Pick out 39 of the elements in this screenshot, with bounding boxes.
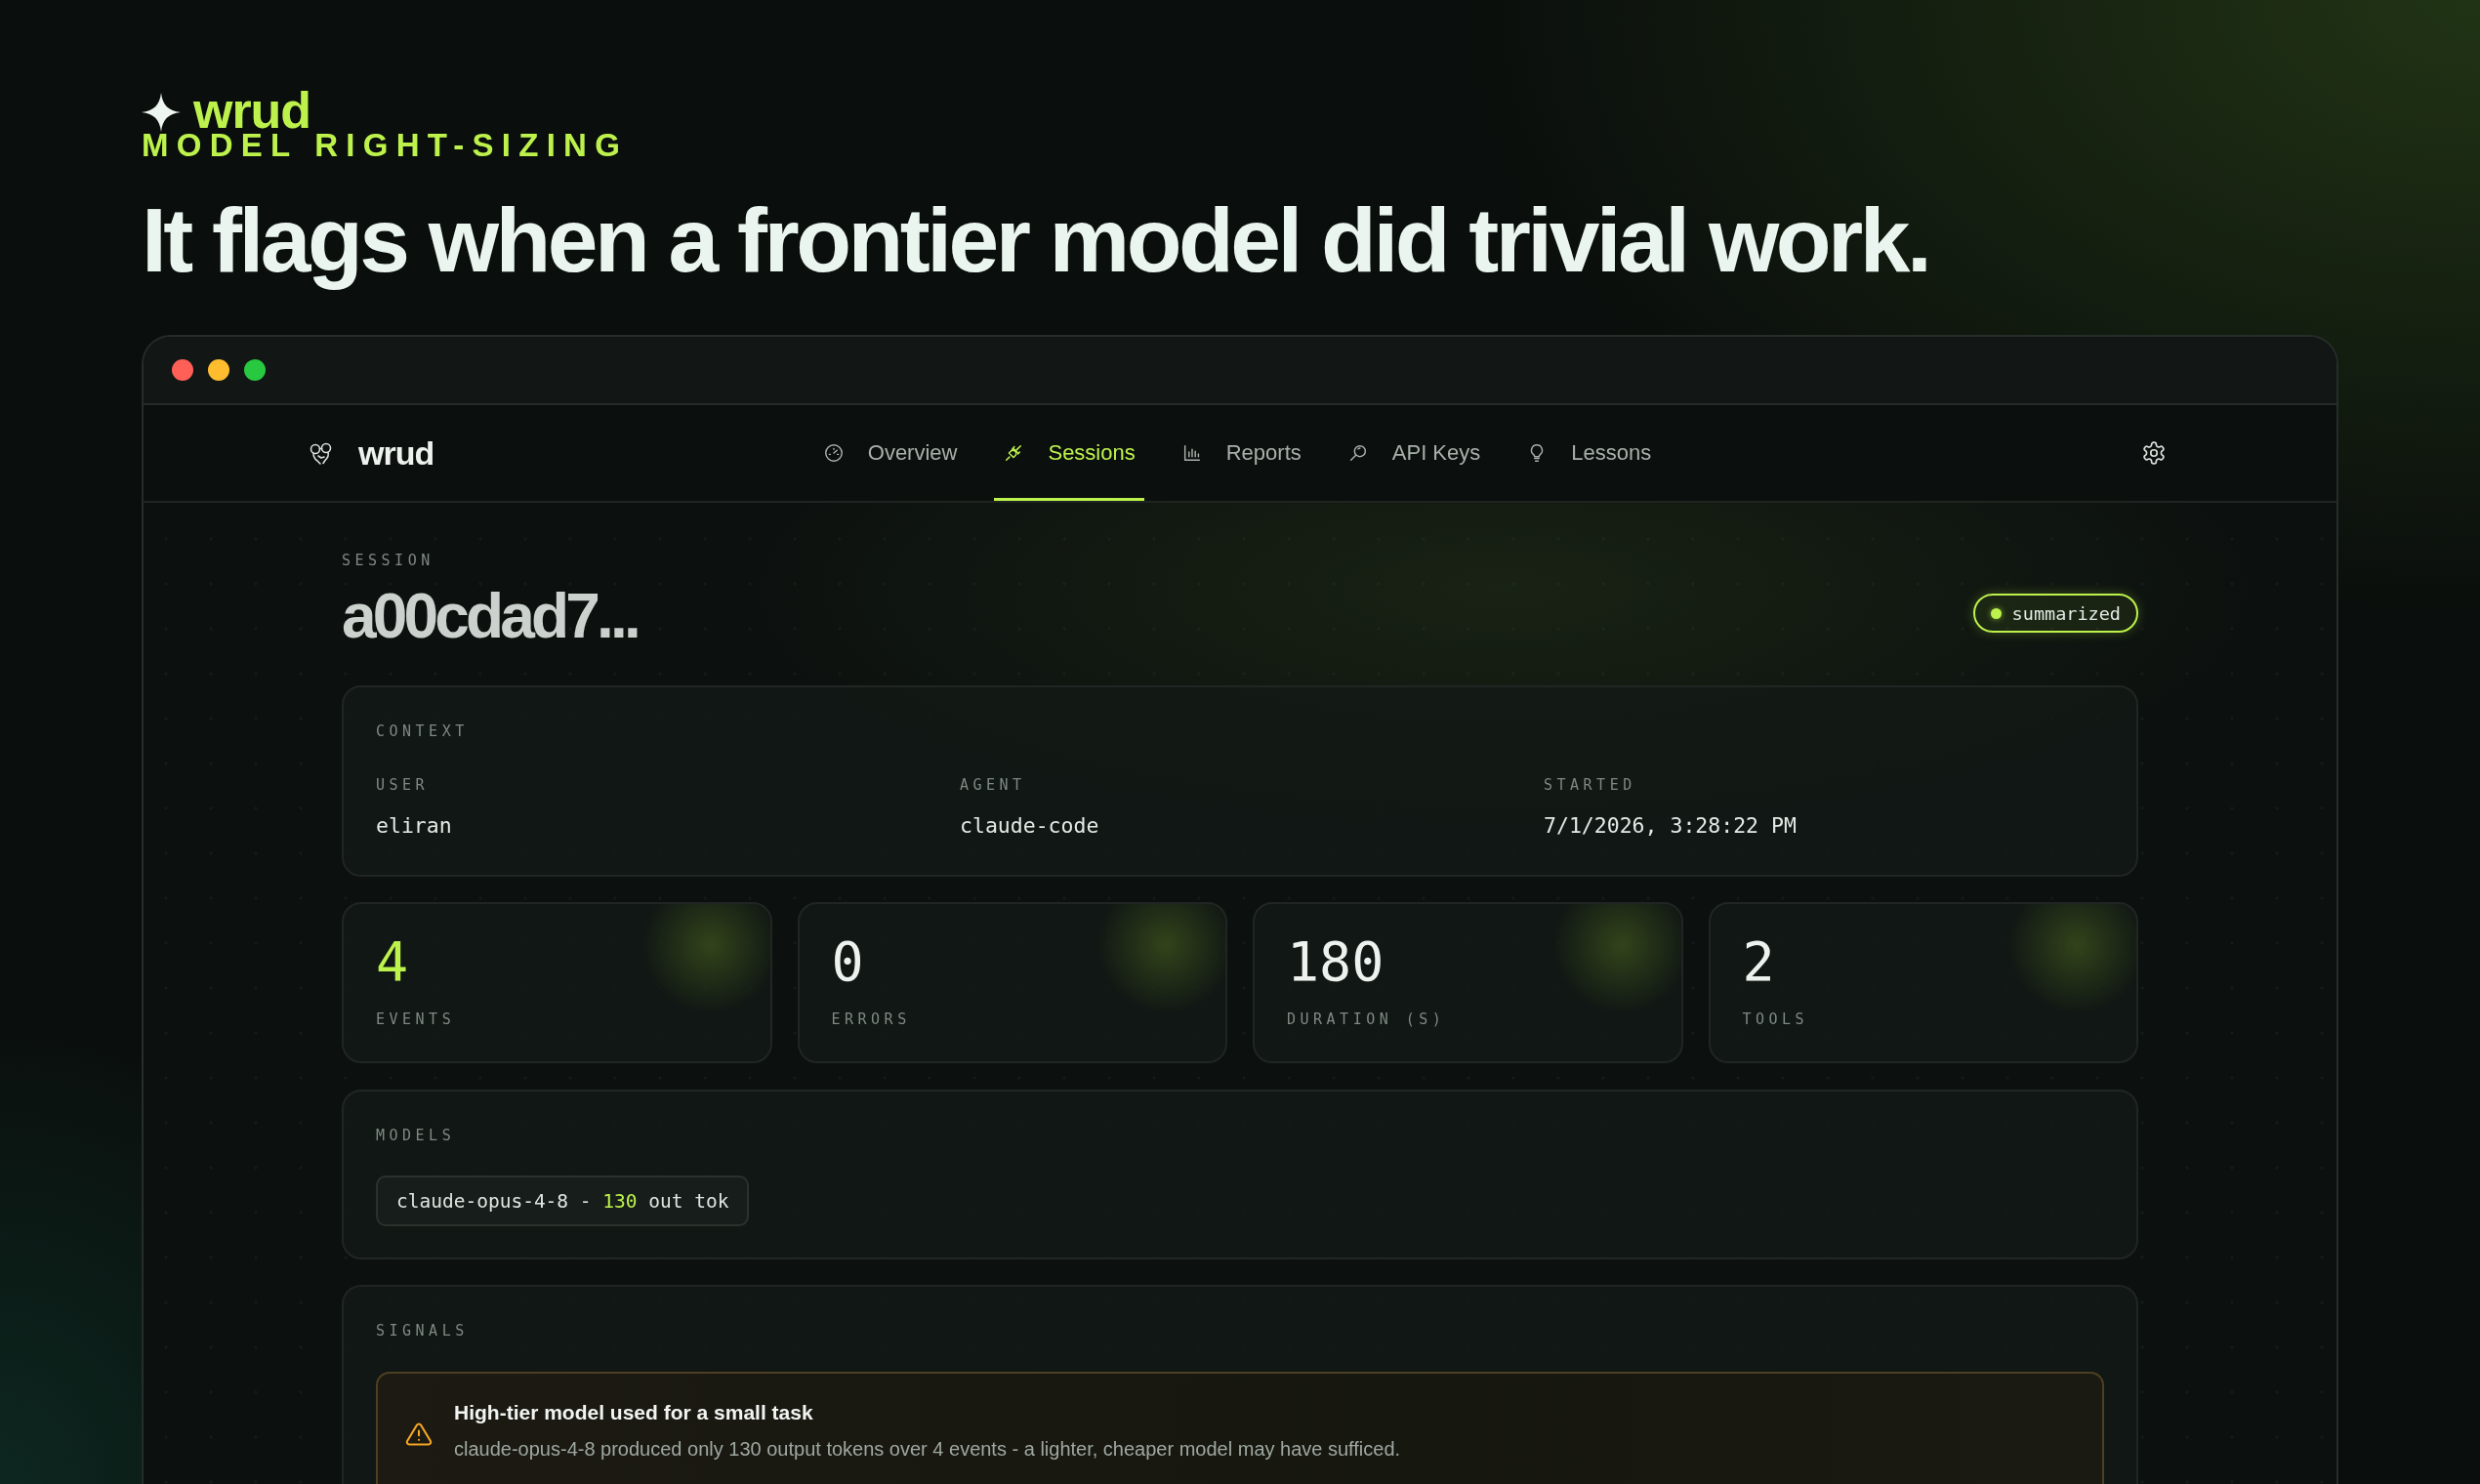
settings-icon[interactable]	[2141, 440, 2167, 466]
headline: It flags when a frontier model did trivial work.	[142, 188, 1929, 293]
status-dot-icon	[1990, 607, 2002, 619]
section-label: SIGNALS	[376, 1321, 469, 1340]
stat-label: TOOLS	[1742, 1010, 1809, 1029]
sparkle-icon	[142, 93, 181, 132]
warning-icon	[405, 1421, 433, 1448]
field-value: eliran	[376, 812, 452, 840]
field-label: AGENT	[960, 775, 1026, 795]
field-value: claude-code	[960, 812, 1099, 840]
minimize-button[interactable]	[208, 359, 229, 381]
alert-title: High-tier model used for a small task	[454, 1400, 813, 1425]
stat-value: 4	[376, 930, 409, 993]
nav-tab[interactable]: Sessions	[994, 405, 1144, 501]
nav-tab[interactable]: Lessons	[1517, 405, 1661, 501]
stat-label: DURATION (S)	[1287, 1010, 1446, 1029]
gauge-icon	[822, 442, 845, 464]
section-label: CONTEXT	[376, 721, 469, 741]
stat-label: ERRORS	[831, 1010, 911, 1029]
close-button[interactable]	[172, 359, 193, 381]
model-chip: claude-opus-4-8 - 130 out tok	[376, 1175, 750, 1226]
alert-description: claude-opus-4-8 produced only 130 output tokens over 4 events - a lighter, cheaper model may have sufficed.	[454, 1437, 1401, 1462]
stat-label: EVENTS	[376, 1010, 456, 1029]
app-name: wrud	[358, 433, 434, 473]
nav-tab[interactable]: Reports	[1172, 405, 1310, 501]
tagline: MODEL RIGHT-SIZING	[142, 129, 629, 161]
section-label: SESSION	[342, 551, 434, 570]
zoom-button[interactable]	[244, 359, 266, 381]
status-text: summarized	[2011, 602, 2121, 624]
field-value: 7/1/2026, 3:28:22 PM	[1544, 812, 1797, 840]
stat-value: 0	[831, 930, 864, 993]
field-label: STARTED	[1544, 775, 1636, 795]
stat-value: 180	[1287, 930, 1385, 993]
session-title: a00cdad7...	[342, 581, 638, 651]
field-label: USER	[376, 775, 430, 795]
nav-tab[interactable]: API Keys	[1338, 405, 1490, 501]
section-label: MODELS	[376, 1126, 456, 1145]
stat-value: 2	[1742, 930, 1775, 993]
nav-tab[interactable]: Overview	[813, 405, 967, 501]
